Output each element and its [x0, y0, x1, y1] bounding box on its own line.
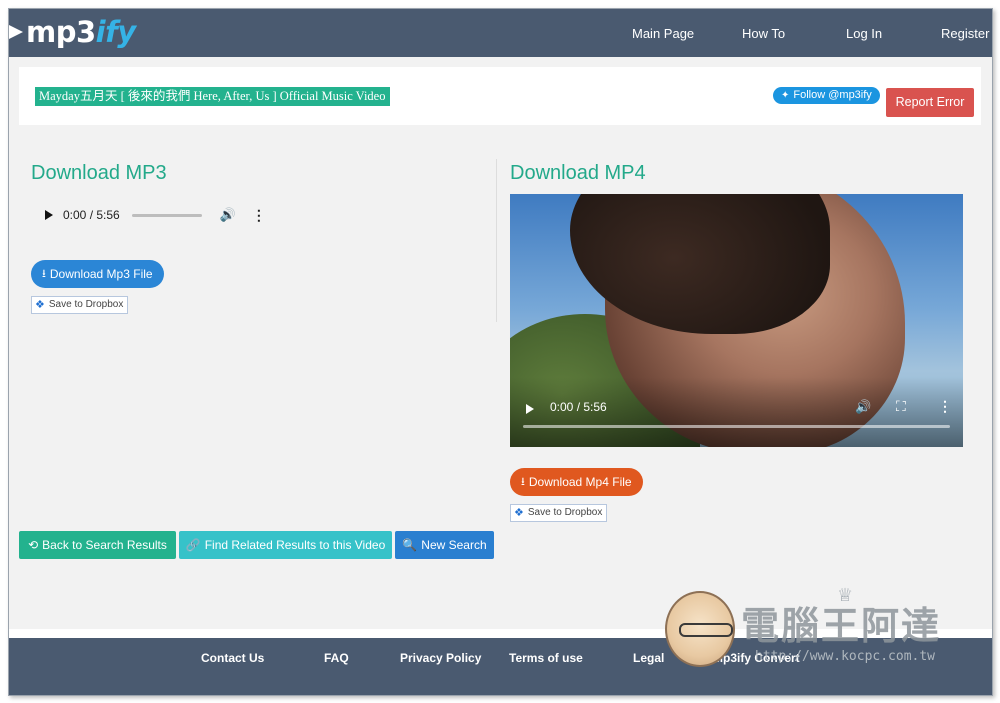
new-search-button[interactable]: 🔍 New Search	[395, 531, 494, 559]
footer-link-terms-of-use[interactable]: Terms of use	[509, 651, 583, 665]
video-title-badge: Mayday五月天 [ 後來的我們 Here, After, Us ] Offi…	[35, 87, 390, 106]
nav-main-page-label: Main Page	[632, 25, 695, 41]
video-controls: 0:00 / 5:56 🔊 ⛶ ⋮	[510, 392, 963, 447]
footer-link-privacy-policy[interactable]: Privacy Policy	[400, 651, 481, 665]
logo-accent: ify	[95, 15, 136, 49]
download-mp4-button[interactable]: ⭳ Download Mp4 File	[510, 468, 643, 496]
twitter-follow-button[interactable]: ✦ Follow @mp3ify	[773, 87, 880, 104]
download-mp4-label: Download Mp4 File	[528, 475, 632, 489]
search-icon: 🔍	[402, 538, 418, 552]
footer-separator	[9, 629, 992, 638]
mp4-dropbox-label: Save to Dropbox	[527, 507, 603, 518]
new-search-label: New Search	[421, 538, 487, 552]
footer-link-legal[interactable]: Legal	[633, 651, 664, 665]
download-icon: ⭳	[42, 268, 46, 280]
audio-time: 0:00 / 5:56	[63, 208, 120, 222]
nav-main-page[interactable]: Main Page	[632, 9, 694, 57]
back-to-search-results-button[interactable]: ⟲ Back to Search Results	[19, 531, 176, 559]
logo-text: mp3ify	[26, 15, 136, 49]
nav-register[interactable]: Register	[941, 9, 989, 57]
audio-progress-slider[interactable]	[131, 213, 202, 217]
nav-log-in[interactable]: Log In	[846, 9, 882, 57]
twitter-bird-icon: ✦	[781, 90, 790, 101]
find-related-label: Find Related Results to this Video	[204, 538, 386, 552]
download-mp3-label: Download Mp3 File	[49, 267, 153, 281]
video-time: 0:00 / 5:56	[550, 400, 607, 414]
footer: Contact Us FAQ Privacy Policy Terms of u…	[9, 638, 992, 695]
footer-link-mp3ify-convert[interactable]: Mp3ify Convert	[713, 651, 800, 665]
nav-register-label: Register	[941, 25, 990, 41]
video-progress-slider[interactable]	[523, 425, 950, 428]
mp3-heading: Download MP3	[31, 162, 167, 184]
column-divider	[496, 159, 497, 322]
mp4-save-to-dropbox-button[interactable]: ❖ Save to Dropbox	[510, 504, 608, 522]
mp3-save-to-dropbox-button[interactable]: ❖ Save to Dropbox	[31, 296, 129, 314]
nav-log-in-label: Log In	[846, 25, 883, 41]
audio-play-icon[interactable]	[45, 210, 53, 220]
logo-arrow-icon	[9, 23, 23, 41]
audio-player[interactable]: 0:00 / 5:56 🔊 ⋮	[45, 204, 266, 226]
twitter-follow-label: Follow @mp3ify	[793, 89, 872, 101]
nav-how-to[interactable]: How To	[742, 9, 785, 57]
dropbox-icon: ❖	[35, 299, 45, 311]
download-icon: ⭳	[521, 476, 525, 488]
footer-link-contact-us[interactable]: Contact Us	[201, 651, 264, 665]
back-to-search-label: Back to Search Results	[42, 538, 167, 552]
video-title-panel: Mayday五月天 [ 後來的我們 Here, After, Us ] Offi…	[19, 67, 981, 125]
video-player[interactable]: 0:00 / 5:56 🔊 ⛶ ⋮	[510, 194, 963, 447]
logo-main: mp3	[26, 15, 96, 49]
dropbox-icon: ❖	[514, 507, 524, 519]
nav-how-to-label: How To	[742, 25, 786, 41]
video-more-options-icon[interactable]: ⋮	[938, 398, 952, 415]
audio-more-options-icon[interactable]: ⋮	[252, 207, 266, 224]
audio-volume-icon[interactable]: 🔊	[220, 207, 236, 223]
report-error-button[interactable]: Report Error	[886, 88, 974, 117]
history-icon: ⟲	[28, 538, 39, 552]
download-mp3-button[interactable]: ⭳ Download Mp3 File	[31, 260, 164, 288]
watermark-crown-icon: ♕	[837, 585, 854, 605]
mp3-dropbox-label: Save to Dropbox	[48, 299, 124, 310]
video-volume-icon[interactable]: 🔊	[855, 399, 871, 415]
top-navbar: mp3ify Main Page How To Log In Register	[9, 9, 992, 57]
link-icon: 🔗	[185, 538, 201, 552]
mp4-heading: Download MP4	[510, 162, 646, 184]
browser-frame: mp3ify Main Page How To Log In Register …	[8, 8, 993, 696]
video-play-icon[interactable]	[526, 404, 534, 414]
footer-link-faq[interactable]: FAQ	[324, 651, 349, 665]
video-fullscreen-icon[interactable]: ⛶	[896, 398, 906, 415]
site-logo[interactable]: mp3ify	[9, 15, 136, 49]
find-related-results-button[interactable]: 🔗 Find Related Results to this Video	[179, 531, 392, 559]
